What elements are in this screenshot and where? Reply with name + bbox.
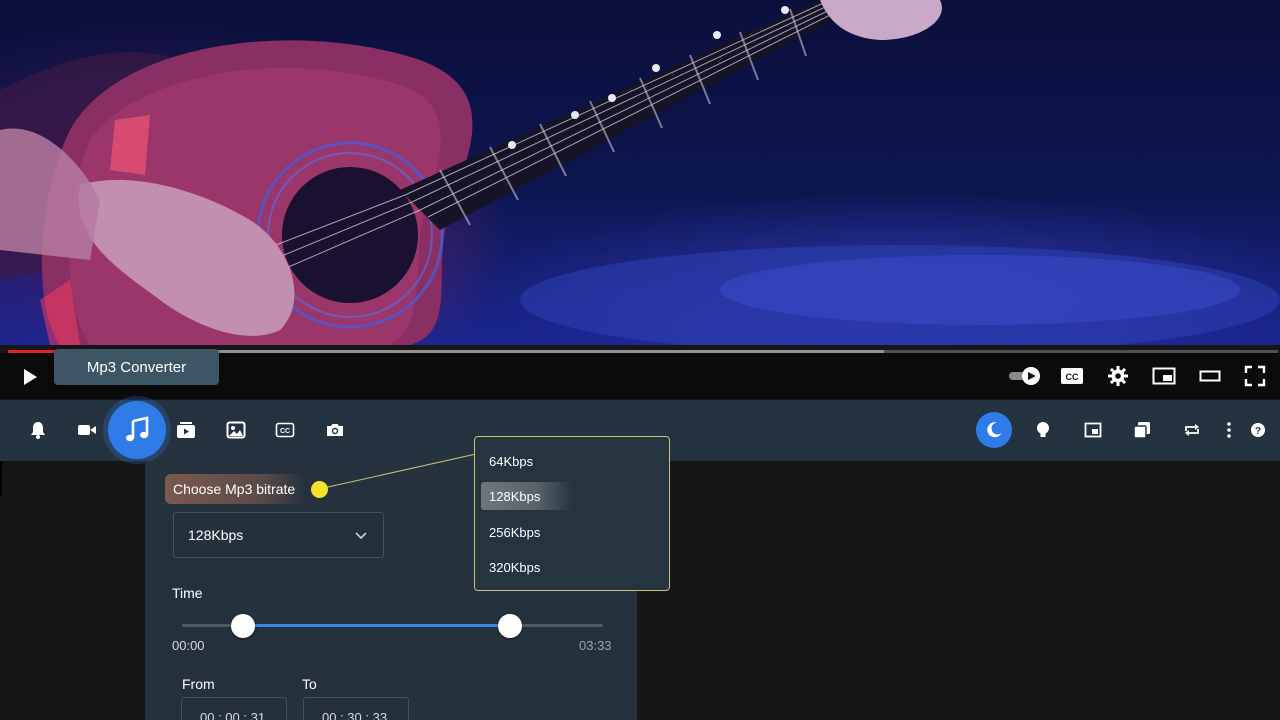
time-label: Time xyxy=(172,585,203,601)
theater-mode-icon xyxy=(1199,370,1221,382)
youtube-download-button[interactable] xyxy=(172,416,200,444)
video-frame[interactable] xyxy=(0,0,1280,345)
from-time-field[interactable]: 00 : 00 : 31 xyxy=(181,697,287,720)
video-camera-icon xyxy=(78,425,96,435)
bitrate-select[interactable]: 128Kbps xyxy=(173,512,384,558)
repeat-icon xyxy=(1185,424,1199,436)
music-note-icon xyxy=(126,416,149,442)
theater-mode-button[interactable] xyxy=(1195,361,1225,391)
autoplay-toggle-icon xyxy=(1009,367,1040,385)
picture-in-picture-icon xyxy=(1084,422,1102,438)
dark-mode-button[interactable] xyxy=(976,412,1012,448)
svg-text:?: ? xyxy=(1255,426,1261,437)
settings-button[interactable] xyxy=(1103,361,1133,391)
video-recorder-button[interactable] xyxy=(73,416,101,444)
fullscreen-icon xyxy=(1244,365,1266,387)
bitrate-option-64[interactable]: 64Kbps xyxy=(481,447,661,475)
to-time-field[interactable]: 00 : 30 : 33 xyxy=(303,697,409,720)
time-end: 03:33 xyxy=(579,638,612,653)
image-icon xyxy=(226,421,246,439)
youtube-download-icon xyxy=(177,422,195,438)
subtitles-button[interactable]: CC xyxy=(271,416,299,444)
autoplay-toggle[interactable] xyxy=(1008,361,1042,391)
loop-button[interactable] xyxy=(1178,416,1206,444)
mp3-converter-tooltip: Mp3 Converter xyxy=(54,349,219,385)
bitrate-option-256[interactable]: 256Kbps xyxy=(481,518,661,546)
screenshot-gallery-button[interactable] xyxy=(222,416,250,444)
miniplayer-button[interactable] xyxy=(1149,361,1179,391)
svg-text:CC: CC xyxy=(280,428,290,435)
edge-strip xyxy=(0,461,2,496)
captions-button[interactable]: CC xyxy=(1057,361,1087,391)
screen: CC Mp3 Converter CC ? Choose Mp3 bitrate… xyxy=(0,0,1280,720)
bitrate-select-value: 128Kbps xyxy=(188,527,244,543)
picture-in-picture-button[interactable] xyxy=(1079,416,1107,444)
lighting-button[interactable] xyxy=(1029,416,1057,444)
time-start: 00:00 xyxy=(172,638,205,653)
cc-icon: CC xyxy=(1061,368,1083,384)
help-icon: ? xyxy=(1251,423,1265,437)
copy-icon xyxy=(1133,422,1150,439)
screenshot-button[interactable] xyxy=(321,416,349,444)
help-button[interactable]: ? xyxy=(1244,416,1272,444)
gear-icon xyxy=(1108,366,1128,386)
more-vertical-icon xyxy=(1227,422,1231,438)
more-options-button[interactable] xyxy=(1215,416,1243,444)
play-button[interactable] xyxy=(15,362,45,392)
chevron-down-icon xyxy=(355,532,367,540)
bitrate-option-320[interactable]: 320Kbps xyxy=(481,553,661,581)
svg-text:CC: CC xyxy=(1066,372,1079,382)
play-icon xyxy=(24,369,37,385)
bell-icon xyxy=(31,422,45,439)
fullscreen-button[interactable] xyxy=(1240,361,1270,391)
miniplayer-icon xyxy=(1152,367,1176,385)
mp3-converter-button[interactable] xyxy=(108,401,166,459)
copy-button[interactable] xyxy=(1128,416,1156,444)
range-end-handle[interactable] xyxy=(498,614,523,638)
cc-icon: CC xyxy=(275,422,295,438)
moon-icon xyxy=(987,422,1002,438)
from-label: From xyxy=(182,676,215,692)
bitrate-label: Choose Mp3 bitrate xyxy=(165,474,306,504)
notifications-button[interactable] xyxy=(24,416,52,444)
bitrate-option-128[interactable]: 128Kbps xyxy=(481,482,573,510)
time-range-fill xyxy=(243,624,511,627)
callout-dot xyxy=(311,481,328,498)
camera-icon xyxy=(327,424,343,436)
lightbulb-icon xyxy=(1037,422,1049,437)
guitar-illustration xyxy=(0,0,1280,345)
to-label: To xyxy=(302,676,317,692)
bitrate-dropdown-menu: 64Kbps 128Kbps 256Kbps 320Kbps xyxy=(474,436,670,591)
